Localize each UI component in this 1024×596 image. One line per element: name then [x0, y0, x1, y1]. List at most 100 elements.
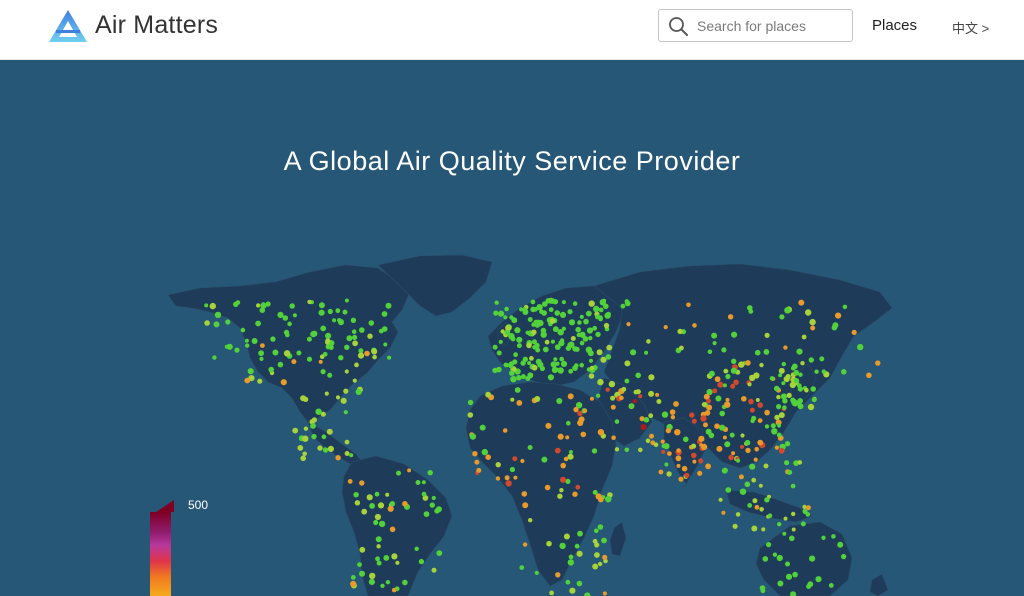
- station-dot[interactable]: [597, 524, 604, 530]
- station-dot[interactable]: [283, 329, 290, 336]
- station-dot[interactable]: [300, 395, 307, 402]
- station-dot[interactable]: [563, 533, 570, 540]
- station-dot[interactable]: [767, 513, 773, 518]
- station-dot[interactable]: [526, 342, 532, 349]
- station-dot[interactable]: [772, 552, 778, 557]
- search-input[interactable]: [697, 14, 847, 38]
- station-dot[interactable]: [485, 391, 491, 398]
- station-dot[interactable]: [802, 504, 807, 509]
- station-dot[interactable]: [415, 480, 421, 485]
- station-dot[interactable]: [715, 395, 722, 402]
- station-dot[interactable]: [531, 364, 538, 371]
- station-dot[interactable]: [520, 458, 525, 464]
- station-dot[interactable]: [431, 567, 437, 573]
- station-dot[interactable]: [697, 470, 703, 476]
- station-dot[interactable]: [792, 571, 798, 578]
- station-dot[interactable]: [751, 477, 757, 483]
- station-dot[interactable]: [681, 465, 688, 472]
- station-dot[interactable]: [522, 502, 529, 509]
- station-dot[interactable]: [421, 480, 426, 485]
- station-dot[interactable]: [540, 327, 547, 334]
- station-dot[interactable]: [592, 489, 598, 495]
- station-dot[interactable]: [375, 556, 380, 562]
- station-dot[interactable]: [635, 389, 641, 395]
- station-dot[interactable]: [804, 387, 809, 393]
- station-dot[interactable]: [676, 463, 681, 468]
- station-dot[interactable]: [553, 357, 558, 362]
- station-dot[interactable]: [516, 375, 522, 381]
- station-dot[interactable]: [204, 320, 210, 326]
- station-dot[interactable]: [573, 346, 579, 352]
- station-dot[interactable]: [585, 346, 593, 353]
- station-dot[interactable]: [567, 309, 573, 315]
- station-dot[interactable]: [575, 484, 581, 490]
- station-dot[interactable]: [703, 422, 708, 428]
- station-dot[interactable]: [610, 404, 616, 410]
- station-dot[interactable]: [701, 443, 708, 450]
- station-dot[interactable]: [602, 554, 608, 560]
- station-dot[interactable]: [510, 376, 517, 383]
- station-dot[interactable]: [730, 367, 738, 374]
- station-dot[interactable]: [244, 338, 249, 343]
- station-dot[interactable]: [258, 350, 264, 357]
- station-dot[interactable]: [595, 331, 601, 338]
- station-dot[interactable]: [819, 356, 825, 362]
- station-dot[interactable]: [521, 491, 528, 497]
- station-dot[interactable]: [423, 511, 430, 517]
- station-dot[interactable]: [724, 401, 731, 408]
- station-dot[interactable]: [727, 314, 734, 320]
- station-dot[interactable]: [700, 415, 707, 422]
- station-dot[interactable]: [706, 404, 713, 411]
- station-dot[interactable]: [344, 298, 349, 303]
- station-dot[interactable]: [528, 518, 533, 523]
- station-dot[interactable]: [343, 388, 349, 394]
- station-dot[interactable]: [557, 433, 564, 440]
- station-dot[interactable]: [525, 376, 531, 381]
- station-dot[interactable]: [292, 313, 297, 318]
- station-dot[interactable]: [376, 560, 382, 566]
- station-dot[interactable]: [602, 591, 608, 596]
- station-dot[interactable]: [560, 462, 566, 469]
- station-dot[interactable]: [395, 560, 400, 565]
- station-dot[interactable]: [320, 369, 326, 375]
- station-dot[interactable]: [748, 398, 754, 405]
- station-dot[interactable]: [708, 370, 715, 377]
- station-dot[interactable]: [495, 476, 501, 481]
- station-dot[interactable]: [784, 441, 791, 447]
- station-dot[interactable]: [560, 476, 567, 483]
- station-dot[interactable]: [730, 383, 736, 389]
- station-dot[interactable]: [338, 355, 344, 361]
- station-dot[interactable]: [310, 423, 316, 429]
- station-dot[interactable]: [554, 344, 561, 350]
- station-dot[interactable]: [624, 360, 631, 367]
- station-dot[interactable]: [547, 297, 555, 304]
- station-dot[interactable]: [431, 495, 436, 501]
- station-dot[interactable]: [502, 428, 508, 433]
- station-dot[interactable]: [649, 433, 654, 439]
- station-dot[interactable]: [352, 334, 358, 340]
- station-dot[interactable]: [664, 462, 669, 467]
- station-dot[interactable]: [385, 492, 390, 497]
- station-dot[interactable]: [594, 528, 599, 534]
- station-dot[interactable]: [504, 306, 509, 312]
- station-dot[interactable]: [300, 455, 307, 462]
- station-dot[interactable]: [684, 472, 690, 478]
- station-dot[interactable]: [759, 585, 766, 591]
- station-dot[interactable]: [436, 550, 443, 556]
- station-dot[interactable]: [648, 374, 655, 381]
- station-dot[interactable]: [335, 455, 341, 461]
- station-dot[interactable]: [716, 445, 723, 452]
- station-dot[interactable]: [638, 394, 643, 399]
- station-dot[interactable]: [692, 323, 697, 328]
- station-dot[interactable]: [532, 345, 537, 350]
- station-dot[interactable]: [786, 392, 792, 398]
- station-dot[interactable]: [717, 381, 724, 388]
- station-dot[interactable]: [376, 544, 381, 549]
- station-dot[interactable]: [705, 463, 711, 470]
- station-dot[interactable]: [793, 369, 800, 376]
- station-dot[interactable]: [645, 438, 651, 444]
- station-dot[interactable]: [421, 491, 427, 497]
- station-dot[interactable]: [593, 305, 600, 313]
- station-dot[interactable]: [588, 335, 593, 341]
- station-dot[interactable]: [527, 361, 532, 365]
